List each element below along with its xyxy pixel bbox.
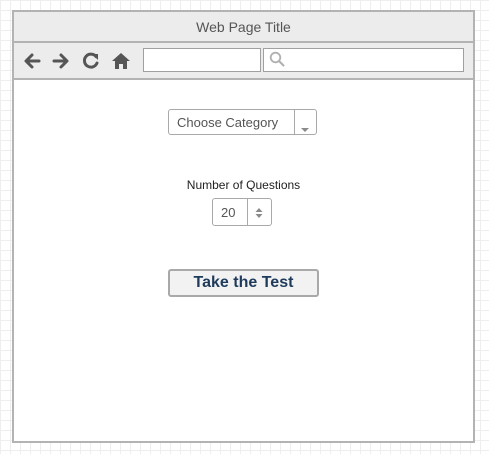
- chevron-down-icon[interactable]: [300, 120, 310, 138]
- category-dropdown[interactable]: Choose Category: [168, 109, 317, 135]
- search-input[interactable]: [288, 49, 462, 71]
- questions-stepper[interactable]: 20: [212, 198, 272, 226]
- stepper-divider: [247, 199, 248, 225]
- home-icon[interactable]: [111, 51, 131, 71]
- search-icon: [269, 51, 285, 72]
- search-box[interactable]: [263, 48, 464, 72]
- url-input[interactable]: [143, 48, 261, 72]
- questions-count-value[interactable]: 20: [221, 205, 235, 220]
- title-bar: Web Page Title: [14, 12, 473, 43]
- take-test-button[interactable]: Take the Test: [168, 269, 319, 297]
- back-arrow-icon[interactable]: [22, 51, 42, 71]
- browser-window: Web Page Title Choose Category Number of…: [12, 10, 475, 443]
- reload-icon[interactable]: [81, 51, 101, 71]
- window-title: Web Page Title: [196, 18, 291, 35]
- browser-toolbar: [14, 43, 473, 80]
- stepper-arrows-icon[interactable]: [254, 206, 264, 224]
- dropdown-divider: [294, 110, 295, 134]
- page-content: Choose Category Number of Questions 20 T…: [14, 80, 473, 441]
- category-selected-value: Choose Category: [177, 115, 279, 130]
- questions-count-label: Number of Questions: [186, 178, 301, 192]
- forward-arrow-icon[interactable]: [51, 51, 71, 71]
